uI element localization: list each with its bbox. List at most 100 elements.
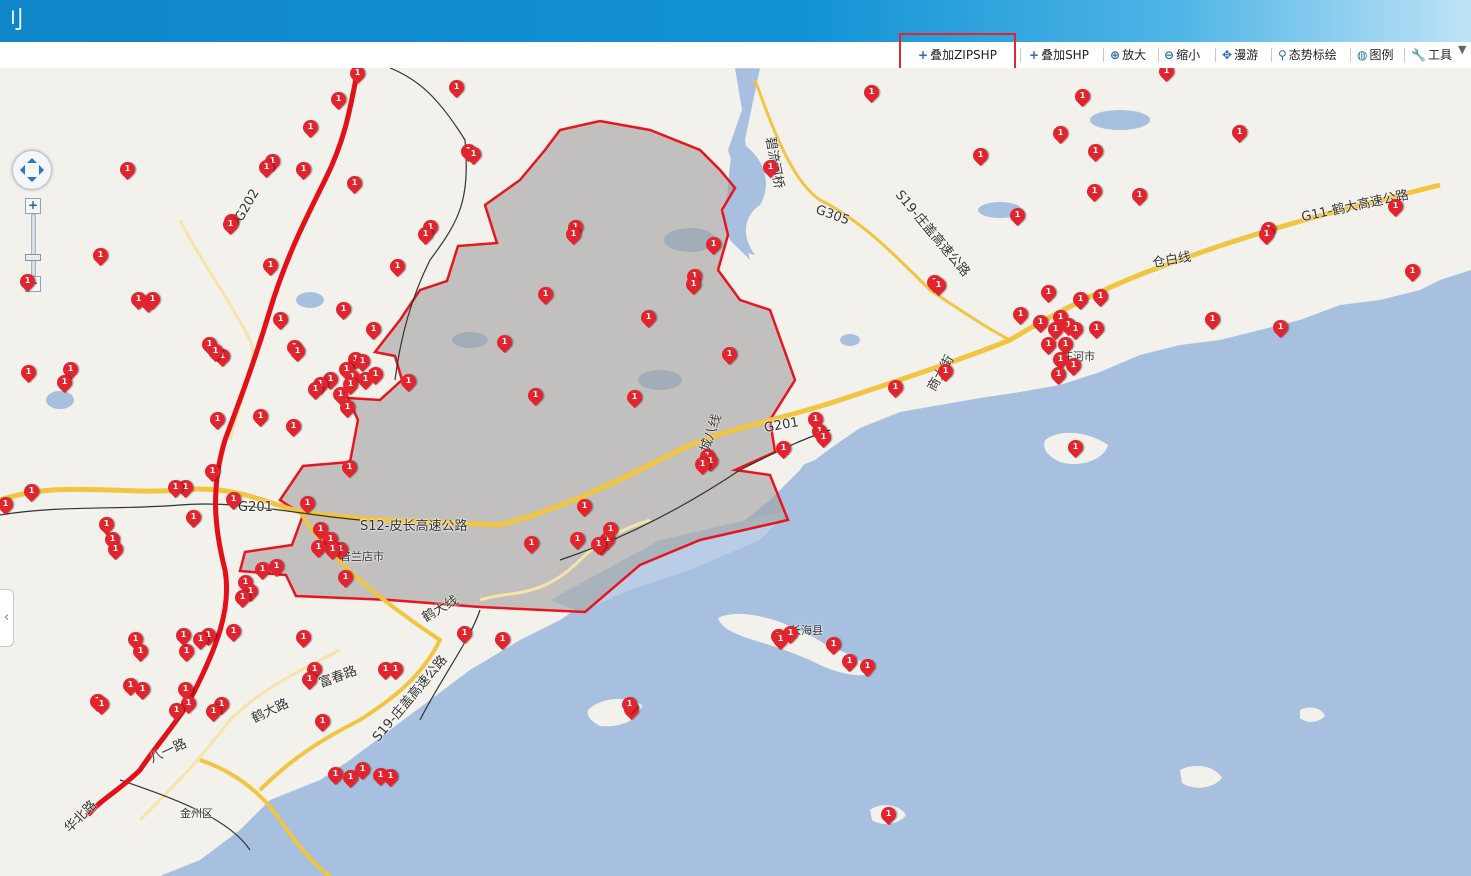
map-marker[interactable]: 1 xyxy=(311,710,334,733)
map-marker[interactable]: 1 xyxy=(1089,285,1112,308)
situation-plot-button[interactable]: ⚲ 态势标绘 xyxy=(1278,42,1337,68)
map-marker[interactable]: 1 xyxy=(1085,317,1108,340)
map-marker[interactable]: 1 xyxy=(934,360,957,383)
map-marker[interactable]: 1 xyxy=(343,172,366,195)
map-marker[interactable]: 1 xyxy=(623,386,646,409)
map-marker[interactable]: 1 xyxy=(759,156,782,179)
map-marker[interactable]: 1 xyxy=(1155,68,1178,83)
zoom-in-button[interactable]: ⊕ 放大 xyxy=(1110,42,1146,68)
map-marker[interactable]: 1 xyxy=(856,655,879,678)
map-marker[interactable]: 1 xyxy=(462,143,485,166)
map-marker[interactable]: 1 xyxy=(286,340,309,363)
map-marker[interactable]: 1 xyxy=(927,274,950,297)
map-marker[interactable]: 1 xyxy=(491,628,514,651)
map-marker[interactable]: 1 xyxy=(269,308,292,331)
map-marker[interactable]: 1 xyxy=(172,624,195,647)
map-marker[interactable]: 1 xyxy=(453,622,476,645)
map-marker[interactable]: 1 xyxy=(116,158,139,181)
map-marker[interactable]: 1 xyxy=(89,244,112,267)
tools-button[interactable]: 🔧 工具 xyxy=(1411,42,1452,68)
map-marker[interactable]: 1 xyxy=(1269,316,1292,339)
map-marker[interactable]: 1 xyxy=(104,538,127,561)
map-marker[interactable]: 1 xyxy=(524,384,547,407)
map-marker[interactable]: 1 xyxy=(884,376,907,399)
map-marker[interactable]: 1 xyxy=(321,538,344,561)
map-marker[interactable]: 1 xyxy=(877,803,900,826)
map-marker[interactable]: 1 xyxy=(1064,436,1087,459)
map-marker[interactable]: 1 xyxy=(141,288,164,311)
map-marker[interactable]: 1 xyxy=(204,340,227,363)
tools-dropdown-icon[interactable]: ▼ xyxy=(1458,43,1466,56)
map-marker[interactable]: 1 xyxy=(618,693,641,716)
map-marker[interactable]: 1 xyxy=(822,633,845,656)
map-marker[interactable]: 1 xyxy=(336,396,359,419)
pan-right-icon[interactable] xyxy=(39,165,49,175)
map-marker[interactable]: 1 xyxy=(587,533,610,556)
map-marker[interactable]: 1 xyxy=(691,453,714,476)
map-canvas[interactable]: G202 G305 S19-庄盖高速公路 G11-鹤大高速公路 仓白线 G201… xyxy=(0,68,1471,876)
map-marker[interactable]: 1 xyxy=(702,233,725,256)
map-marker[interactable]: 1 xyxy=(298,668,321,691)
map-marker[interactable]: 1 xyxy=(202,700,225,723)
legend-button[interactable]: ◍ 图例 xyxy=(1357,42,1394,68)
map-marker[interactable]: 1 xyxy=(296,492,319,515)
map-marker[interactable]: 1 xyxy=(682,273,705,296)
map-marker[interactable]: 1 xyxy=(1083,180,1106,203)
map-marker[interactable]: 1 xyxy=(397,370,420,393)
map-marker[interactable]: 1 xyxy=(414,223,437,246)
map-marker[interactable]: 1 xyxy=(255,156,278,179)
map-marker[interactable]: 1 xyxy=(164,476,187,499)
map-marker[interactable]: 1 xyxy=(259,254,282,277)
map-marker[interactable]: 1 xyxy=(282,415,305,438)
map-marker[interactable]: 1 xyxy=(379,765,402,788)
map-marker[interactable]: 1 xyxy=(338,456,361,479)
map-marker[interactable]: 1 xyxy=(327,88,350,111)
map-marker[interactable]: 1 xyxy=(1384,195,1407,218)
map-marker[interactable]: 1 xyxy=(860,81,883,104)
zoom-in-control[interactable]: + xyxy=(25,198,41,214)
map-marker[interactable]: 1 xyxy=(969,144,992,167)
map-marker[interactable]: 1 xyxy=(219,213,242,236)
map-marker[interactable]: 1 xyxy=(779,622,802,645)
pan-down-icon[interactable] xyxy=(27,177,37,187)
map-marker[interactable]: 1 xyxy=(1009,303,1032,326)
map-marker[interactable]: 1 xyxy=(1006,204,1029,227)
map-marker[interactable]: 1 xyxy=(1401,260,1424,283)
map-marker[interactable]: 1 xyxy=(20,480,43,503)
map-marker[interactable]: 1 xyxy=(90,693,113,716)
map-marker[interactable]: 1 xyxy=(334,566,357,589)
map-marker[interactable]: 1 xyxy=(364,363,387,386)
map-marker[interactable]: 1 xyxy=(1084,140,1107,163)
side-panel-toggle[interactable]: ‹ xyxy=(0,589,14,647)
map-marker[interactable]: 1 xyxy=(0,493,17,516)
map-marker[interactable]: 1 xyxy=(534,283,557,306)
map-marker[interactable]: 1 xyxy=(339,373,362,396)
map-marker[interactable]: 1 xyxy=(182,506,205,529)
map-marker[interactable]: 1 xyxy=(386,255,409,278)
map-marker[interactable]: 1 xyxy=(1071,85,1094,108)
map-marker[interactable]: 1 xyxy=(175,640,198,663)
map-marker[interactable]: 1 xyxy=(131,678,154,701)
map-marker[interactable]: 1 xyxy=(1049,122,1072,145)
map-marker[interactable]: 1 xyxy=(1255,223,1278,246)
map-marker[interactable]: 1 xyxy=(249,405,272,428)
pan-control[interactable] xyxy=(12,150,52,190)
map-marker[interactable]: 1 xyxy=(299,116,322,139)
map-marker[interactable]: 1 xyxy=(292,626,315,649)
add-shp-button[interactable]: + 叠加SHP xyxy=(1029,42,1089,68)
pan-up-icon[interactable] xyxy=(27,153,37,163)
zoom-slider-track[interactable] xyxy=(31,214,36,280)
map-marker[interactable]: 1 xyxy=(201,460,224,483)
zoom-out-button[interactable]: ⊖ 缩小 xyxy=(1164,42,1200,68)
map-marker[interactable]: 1 xyxy=(1062,354,1085,377)
map-marker[interactable]: 1 xyxy=(16,270,39,293)
map-marker[interactable]: 1 xyxy=(206,408,229,431)
map-marker[interactable]: 1 xyxy=(129,640,152,663)
map-marker[interactable]: 1 xyxy=(222,620,245,643)
map-marker[interactable]: 1 xyxy=(1037,281,1060,304)
map-marker[interactable]: 1 xyxy=(384,658,407,681)
map-marker[interactable]: 1 xyxy=(165,699,188,722)
map-marker[interactable]: 1 xyxy=(1069,288,1092,311)
map-marker[interactable]: 1 xyxy=(351,758,374,781)
map-marker[interactable]: 1 xyxy=(1047,363,1070,386)
